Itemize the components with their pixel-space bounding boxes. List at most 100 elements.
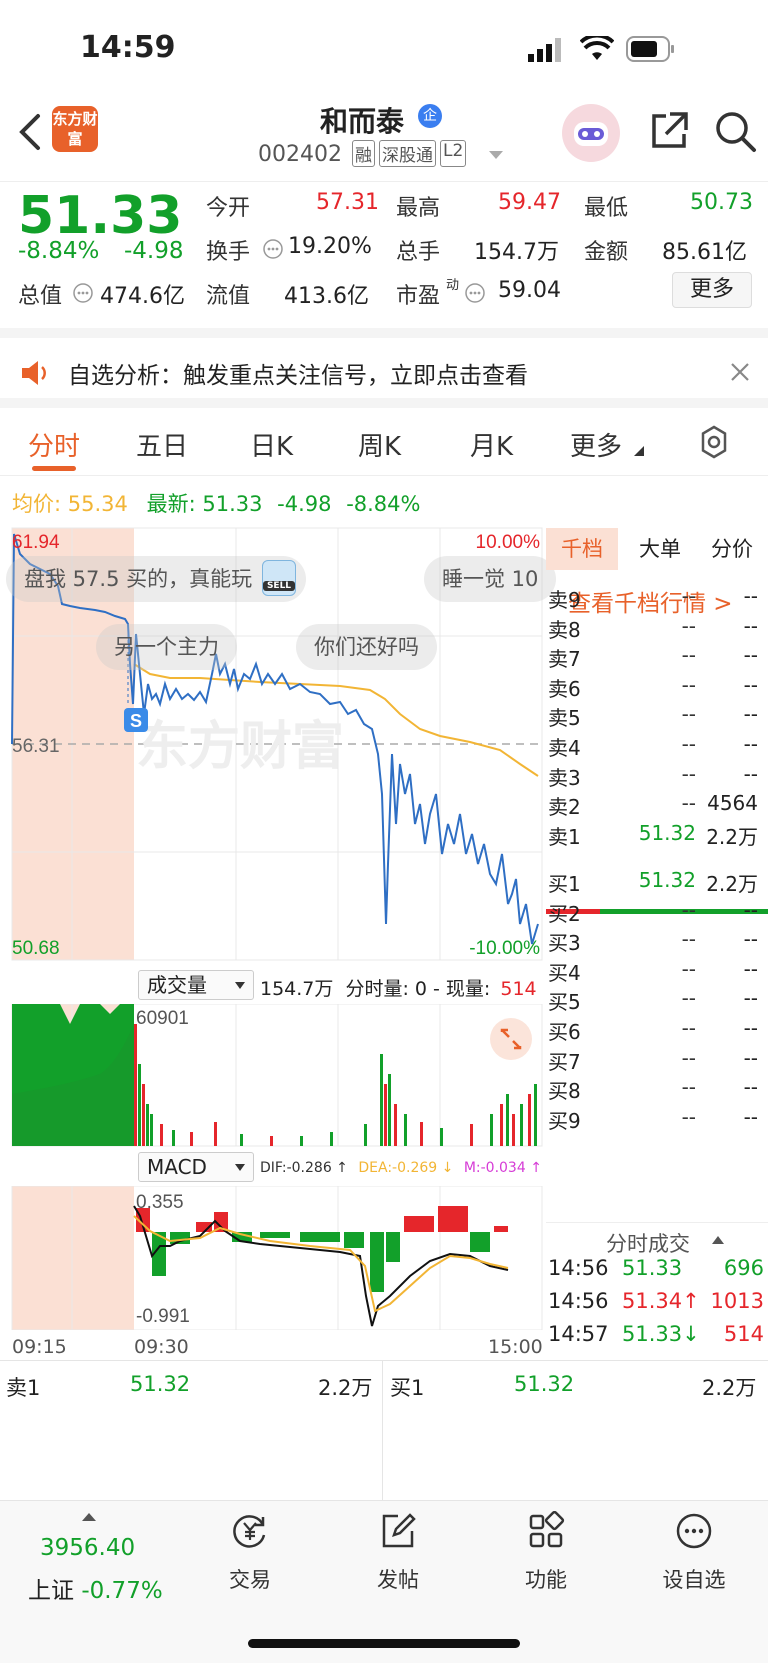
level-price: -- — [681, 732, 696, 756]
close-icon[interactable] — [730, 362, 750, 382]
tab-daily[interactable]: 日K — [250, 426, 293, 463]
info-dots-icon[interactable] — [262, 238, 284, 260]
change-percent: -8.84% — [18, 238, 100, 264]
info-dots-icon[interactable] — [72, 282, 94, 304]
macd-indicator-label: MACD — [147, 1155, 207, 1179]
level-price: -- — [681, 761, 696, 786]
expand-button[interactable] — [490, 1018, 532, 1060]
trade-volume: 1013 — [710, 1289, 764, 1313]
tab-indicator — [32, 466, 76, 471]
nav-add-watchlist[interactable]: 设自选 — [634, 1511, 754, 1594]
comment-bubble[interactable]: 你们还好吗 — [296, 624, 437, 670]
level-price: -- — [681, 643, 696, 668]
bids-level[interactable]: 买6 -- -- — [546, 1016, 768, 1046]
level-price: 51.32 — [638, 868, 696, 892]
level-price: -- — [681, 1016, 696, 1040]
tab-price-dist[interactable]: 分价 — [696, 528, 768, 570]
level-label: 买4 — [548, 960, 581, 985]
high-value: 59.47 — [498, 190, 561, 215]
tab-weekly[interactable]: 周K — [358, 426, 401, 463]
tab-more[interactable]: 更多 — [570, 426, 622, 463]
sell-sticker-icon: SELL — [262, 560, 296, 596]
level-label: 卖5 — [548, 706, 581, 731]
bottom-sell-price: 51.32 — [130, 1372, 191, 1396]
more-button[interactable]: 更多 — [672, 272, 752, 308]
trade-volume: 696 — [723, 1256, 764, 1280]
info-dots-icon[interactable] — [464, 282, 486, 304]
search-icon[interactable] — [714, 110, 758, 154]
sell-marker-label: S — [130, 711, 142, 731]
tab-big-orders[interactable]: 大单 — [624, 528, 696, 570]
asks-level[interactable]: 卖2 -- 4564 — [546, 791, 768, 821]
bids-level[interactable]: 买9 -- -- — [546, 1105, 768, 1135]
asks-level[interactable]: 卖6 -- -- — [546, 673, 768, 703]
amount-label: 金额 — [584, 240, 629, 265]
badge-l2: L2 — [440, 140, 467, 167]
pct-axis-top: 10.00% — [476, 532, 541, 553]
caret-up-icon[interactable] — [712, 1236, 724, 1244]
caret-down-icon — [235, 982, 245, 989]
float-label: 流值 — [206, 284, 251, 309]
time-axis-close: 15:00 — [488, 1336, 543, 1358]
analysis-notice[interactable]: 自选分析：触发重点关注信号，立即点击查看 — [0, 338, 768, 408]
bids-level[interactable]: 买7 -- -- — [546, 1046, 768, 1076]
high-label: 最高 — [396, 196, 441, 221]
index-row: 上证 -0.77% — [28, 1571, 163, 1605]
back-icon[interactable] — [16, 112, 46, 152]
nav-post[interactable]: 发帖 — [338, 1511, 458, 1594]
latest-label: 最新: — [146, 492, 196, 516]
asks-level[interactable]: 卖3 -- -- — [546, 762, 768, 792]
level-volume: -- — [743, 897, 758, 922]
settings-icon[interactable] — [696, 424, 732, 460]
low-value: 50.73 — [690, 190, 753, 215]
level-price: -- — [681, 584, 696, 608]
level-volume: -- — [743, 986, 758, 1011]
tab-thousand-levels[interactable]: 千档 — [546, 528, 618, 570]
nav-functions[interactable]: 功能 — [486, 1510, 606, 1594]
bottom-buy-label: 买1 — [390, 1376, 425, 1400]
caret-down-icon[interactable] — [488, 150, 504, 160]
macd-chart: 0.355 -0.991 — [11, 1186, 543, 1330]
volume-bars — [134, 1024, 537, 1146]
volume-indicator-select[interactable]: 成交量 — [138, 970, 254, 1000]
tab-intraday[interactable]: 分时 — [28, 426, 80, 463]
nav-trade[interactable]: 交易 — [190, 1511, 310, 1594]
bids-level[interactable]: 买5 -- -- — [546, 986, 768, 1016]
tab-five-day[interactable]: 五日 — [136, 426, 188, 463]
bids-level[interactable]: 买3 -- -- — [546, 927, 768, 957]
corp-badge: 企 — [418, 104, 442, 128]
asks-level[interactable]: 卖8 -- -- — [546, 614, 768, 644]
edit-icon — [382, 1513, 416, 1548]
asks-level[interactable]: 卖1 51.32 2.2万 — [546, 821, 768, 851]
comment-text: 睡一觉 10 — [442, 567, 539, 591]
asks-level[interactable]: 卖4 -- -- — [546, 732, 768, 762]
index-ticker[interactable]: 3956.40 上证 -0.77% — [14, 1509, 174, 1619]
share-icon[interactable] — [648, 110, 690, 152]
tab-monthly[interactable]: 月K — [470, 426, 513, 463]
bids-level[interactable]: 买2 -- -- — [546, 898, 768, 928]
bids-level[interactable]: 买4 -- -- — [546, 957, 768, 987]
grid-icon — [529, 1510, 565, 1548]
level-price: -- — [681, 927, 696, 952]
divider — [0, 1360, 768, 1361]
asks-level[interactable]: 卖9 -- -- — [546, 584, 768, 614]
asks-level[interactable]: 卖7 -- -- — [546, 643, 768, 673]
macd-indicator-select[interactable]: MACD — [138, 1152, 254, 1182]
bottom-sell-volume: 2.2万 — [318, 1376, 373, 1400]
level-volume: -- — [743, 613, 758, 638]
level-volume: 2.2万 — [706, 824, 758, 849]
assistant-avatar[interactable] — [562, 104, 620, 162]
level-volume: -- — [743, 1104, 758, 1129]
latest-change: -4.98 — [277, 492, 332, 516]
comment-bubble[interactable]: 另一个主力 — [96, 624, 237, 670]
bids-level[interactable]: 买1 51.32 2.2万 — [546, 868, 768, 898]
level-volume: -- — [743, 956, 758, 981]
asks-level[interactable]: 卖5 -- -- — [546, 702, 768, 732]
caret-up-icon — [82, 1513, 96, 1521]
level-label: 买9 — [548, 1108, 581, 1133]
turnover-value: 19.20% — [288, 234, 372, 259]
bids-level[interactable]: 买8 -- -- — [546, 1075, 768, 1105]
trade-time: 14:56 — [548, 1256, 609, 1280]
comment-bubble[interactable]: 睡一觉 10 — [424, 556, 557, 602]
open-value: 57.31 — [316, 190, 379, 215]
